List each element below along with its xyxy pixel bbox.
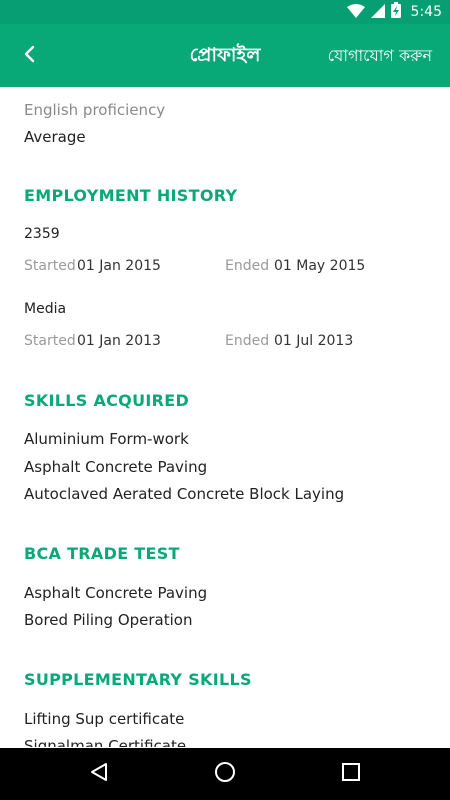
supplementary-skill-item: Signalman Certificate [24, 737, 187, 747]
trade-test-item: Asphalt Concrete Paving [24, 584, 208, 602]
nav-recents-button[interactable] [321, 748, 381, 800]
system-nav-bar [0, 748, 450, 800]
employment-entry-ended-date: 01 Jul 2013 [274, 333, 354, 349]
back-triangle-icon [89, 762, 109, 786]
employment-entry-started-label: Started [24, 333, 76, 349]
bca-trade-test-heading: BCA TRADE TEST [24, 544, 180, 563]
skill-item: Aluminium Form-work [24, 430, 189, 448]
status-icons: 5:45 [346, 2, 442, 22]
app-bar: প্রোফাইল যোগাযোগ করুন [0, 24, 450, 87]
skills-acquired-heading: SKILLS ACQUIRED [24, 391, 190, 410]
home-circle-icon [214, 761, 236, 787]
employment-entry-started-date: 01 Jan 2015 [77, 258, 161, 274]
contact-button[interactable]: যোগাযোগ করুন [328, 24, 432, 87]
wifi-icon [346, 3, 365, 22]
battery-charging-icon [390, 2, 401, 22]
skill-item: Asphalt Concrete Paving [24, 458, 208, 476]
employment-entry-ended-label: Ended [225, 258, 270, 274]
skill-item: Autoclaved Aerated Concrete Block Laying [24, 485, 345, 503]
cell-signal-icon [370, 3, 385, 22]
supplementary-skill-item: Lifting Sup certificate [24, 710, 185, 728]
chevron-left-icon [23, 45, 37, 67]
employment-entry-started-label: Started [24, 258, 76, 274]
employment-entry-started-date: 01 Jan 2013 [77, 333, 161, 349]
employment-history-heading: EMPLOYMENT HISTORY [24, 186, 238, 205]
status-bar: 5:45 [0, 0, 450, 24]
status-time: 5:45 [410, 4, 442, 20]
employment-entry-employer: Media [24, 301, 67, 317]
employment-entry-ended-label: Ended [225, 333, 270, 349]
nav-home-button[interactable] [195, 748, 255, 800]
back-button[interactable] [14, 40, 46, 72]
supplementary-skills-heading: SUPPLEMENTARY SKILLS [24, 670, 252, 689]
english-proficiency-label: English proficiency [24, 101, 166, 119]
english-proficiency-value: Average [24, 128, 86, 146]
nav-back-button[interactable] [69, 748, 129, 800]
recents-square-icon [342, 763, 360, 785]
employment-entry-employer: 2359 [24, 226, 60, 242]
trade-test-item: Bored Piling Operation [24, 611, 193, 629]
employment-entry-ended-date: 01 May 2015 [274, 258, 366, 274]
profile-content[interactable]: English proficiency Average EMPLOYMENT H… [0, 87, 450, 747]
